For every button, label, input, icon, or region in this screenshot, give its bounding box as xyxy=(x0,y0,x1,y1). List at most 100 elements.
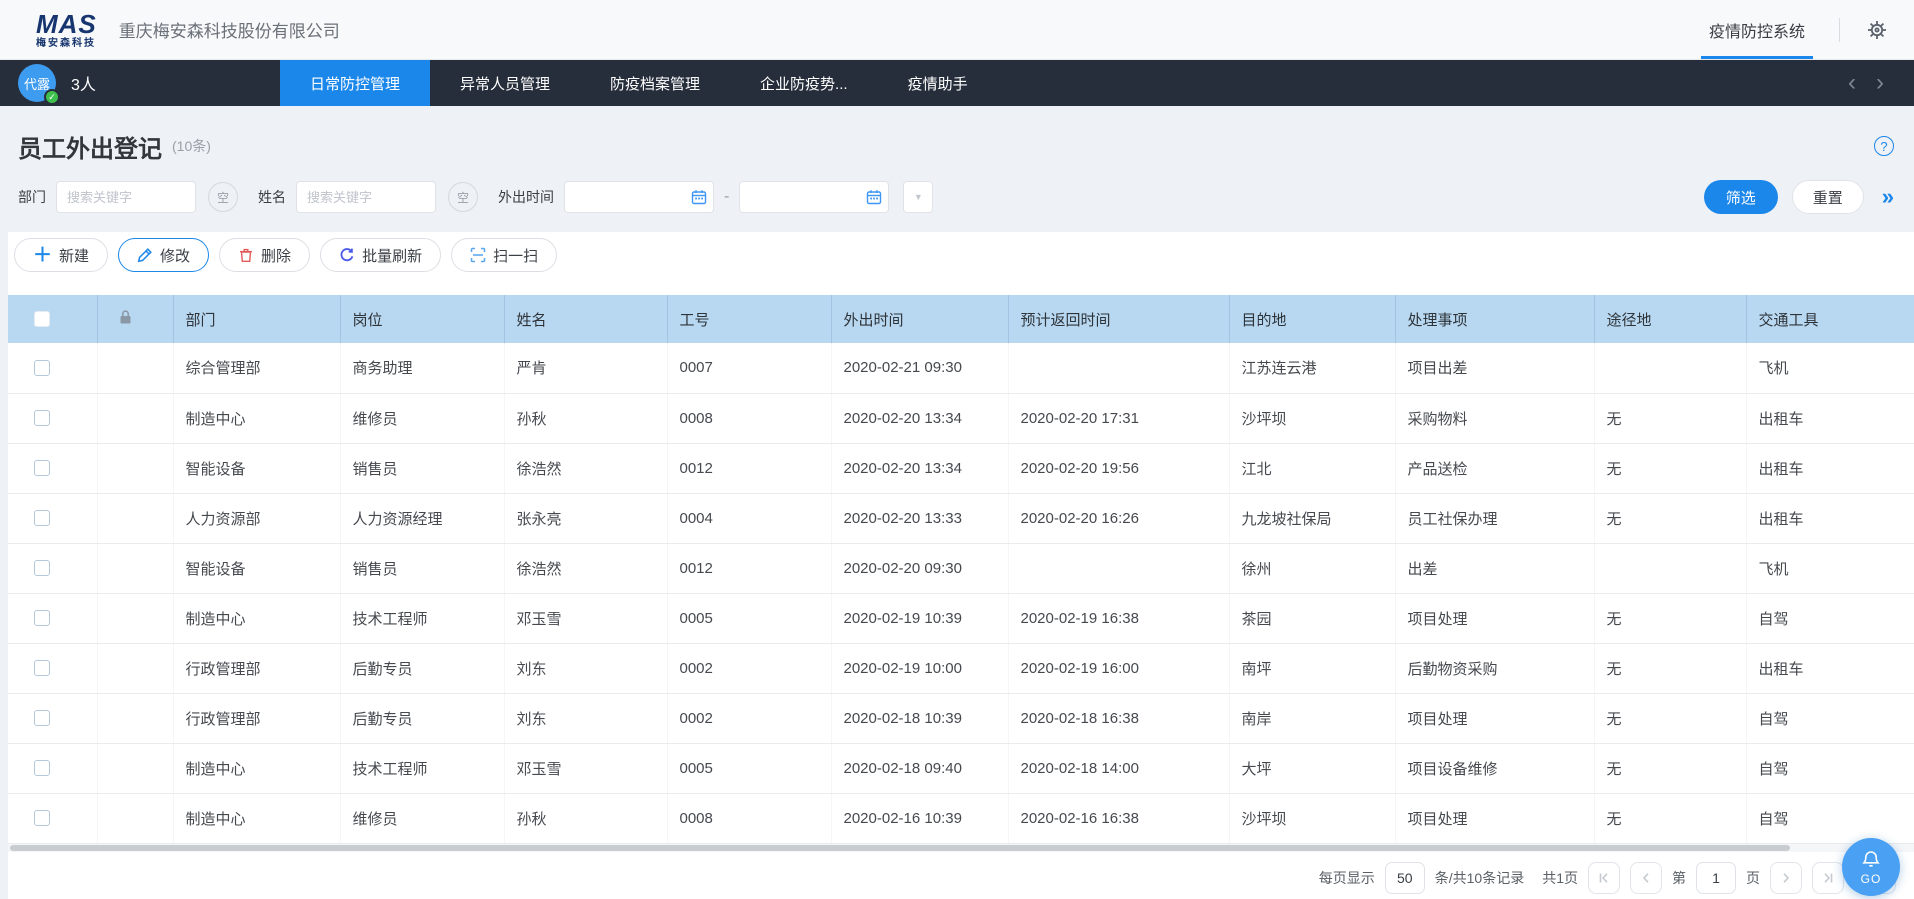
system-tab-label: 疫情防控系统 xyxy=(1709,18,1805,42)
row-checkbox[interactable] xyxy=(34,560,50,576)
help-icon[interactable]: ? xyxy=(1874,136,1894,156)
content-panel: ＋ 新建 修改 删除 xyxy=(8,232,1914,899)
table-row[interactable]: 智能设备销售员 徐浩然0012 2020-02-20 13:342020-02-… xyxy=(8,443,1914,493)
table-row[interactable]: 制造中心维修员 孙秋0008 2020-02-16 10:392020-02-1… xyxy=(8,793,1914,843)
user-count-label: 3人 xyxy=(71,71,96,95)
online-check-badge: ✓ xyxy=(44,89,60,105)
lock-icon xyxy=(118,309,133,325)
col-header-department[interactable]: 部门 xyxy=(173,295,340,343)
horizontal-scrollbar-thumb[interactable] xyxy=(10,845,1790,851)
time-to-input[interactable] xyxy=(739,181,889,213)
row-checkbox[interactable] xyxy=(34,610,50,626)
row-checkbox[interactable] xyxy=(34,710,50,726)
col-header-destination[interactable]: 目的地 xyxy=(1229,295,1395,343)
company-logo[interactable]: MAS 梅安森科技 xyxy=(36,11,97,49)
total-pages-label: 共1页 xyxy=(1542,868,1578,888)
table-row[interactable]: 制造中心技术工程师 邓玉雪0005 2020-02-19 10:392020-0… xyxy=(8,593,1914,643)
nav-tab-epidemic-assistant[interactable]: 疫情助手 xyxy=(878,60,998,106)
current-page-input[interactable] xyxy=(1696,862,1736,894)
table-row[interactable]: 行政管理部后勤专员 刘东0002 2020-02-19 10:002020-02… xyxy=(8,643,1914,693)
header-divider xyxy=(1839,18,1840,42)
outing-records-table: 部门 岗位 姓名 工号 外出时间 预计返回时间 目的地 处理事项 途径地 交通工… xyxy=(8,295,1914,844)
col-header-expected-return[interactable]: 预计返回时间 xyxy=(1008,295,1229,343)
company-name: 重庆梅安森科技股份有限公司 xyxy=(119,17,340,42)
notification-bell-float-button[interactable]: GO xyxy=(1842,838,1900,896)
batch-refresh-button[interactable]: 批量刷新 xyxy=(320,238,441,272)
trash-icon xyxy=(238,247,254,263)
logo-brand-text: MAS xyxy=(36,11,97,37)
nav-scroll-left-icon[interactable]: ‹ xyxy=(1848,71,1856,95)
table-toolbar: ＋ 新建 修改 删除 xyxy=(8,232,1914,272)
edit-button[interactable]: 修改 xyxy=(118,238,209,272)
dept-filter-input[interactable] xyxy=(56,181,196,213)
user-block: 代露 ✓ 3人 xyxy=(0,60,280,106)
row-checkbox[interactable] xyxy=(34,410,50,426)
select-all-checkbox[interactable] xyxy=(34,311,50,327)
chevron-down-icon: ▼ xyxy=(914,192,923,202)
record-count-badge: (10条) xyxy=(172,136,211,156)
table-header-row: 部门 岗位 姓名 工号 外出时间 预计返回时间 目的地 处理事项 途径地 交通工… xyxy=(8,295,1914,343)
expand-filters-icon[interactable]: » xyxy=(1882,186,1894,208)
filter-button[interactable]: 筛选 xyxy=(1704,180,1778,214)
row-checkbox[interactable] xyxy=(34,660,50,676)
first-page-button[interactable] xyxy=(1588,862,1620,894)
col-header-transport[interactable]: 交通工具 xyxy=(1746,295,1914,343)
filter-bar: 部门 空 姓名 空 外出时间 - xyxy=(18,180,1894,214)
time-from-input[interactable] xyxy=(564,181,714,213)
col-header-outing-time[interactable]: 外出时间 xyxy=(831,295,1008,343)
nav-scroll-right-icon[interactable]: › xyxy=(1876,71,1884,95)
float-go-label: GO xyxy=(1861,873,1882,885)
nav-tab-daily-control[interactable]: 日常防控管理 xyxy=(280,60,430,106)
row-checkbox[interactable] xyxy=(34,360,50,376)
page-suffix-label: 页 xyxy=(1746,868,1760,888)
refresh-icon xyxy=(339,247,355,263)
row-checkbox[interactable] xyxy=(34,510,50,526)
scan-button[interactable]: 扫一扫 xyxy=(451,238,557,272)
name-filter-input[interactable] xyxy=(296,181,436,213)
row-checkbox[interactable] xyxy=(34,460,50,476)
nav-tab-epidemic-archives[interactable]: 防疫档案管理 xyxy=(580,60,730,106)
lock-column-header xyxy=(97,295,173,343)
prev-page-button[interactable] xyxy=(1630,862,1662,894)
reset-button[interactable]: 重置 xyxy=(1792,180,1864,214)
date-range-dash: - xyxy=(724,188,729,206)
system-tab-epidemic-control[interactable]: 疫情防控系统 xyxy=(1701,0,1813,59)
dept-empty-button[interactable]: 空 xyxy=(208,182,238,212)
name-empty-button[interactable]: 空 xyxy=(448,182,478,212)
scan-icon xyxy=(470,247,486,263)
plus-icon: ＋ xyxy=(33,246,52,265)
table-row[interactable]: 综合管理部商务助理 严肯0007 2020-02-21 09:30 江苏连云港项… xyxy=(8,343,1914,393)
col-header-matter[interactable]: 处理事项 xyxy=(1395,295,1594,343)
page-size-input[interactable] xyxy=(1385,862,1425,894)
row-checkbox[interactable] xyxy=(34,760,50,776)
table-row[interactable]: 行政管理部后勤专员 刘东0002 2020-02-18 10:392020-02… xyxy=(8,693,1914,743)
delete-button[interactable]: 删除 xyxy=(219,238,310,272)
top-header-bar: MAS 梅安森科技 重庆梅安森科技股份有限公司 疫情防控系统 xyxy=(0,0,1914,60)
table-row[interactable]: 人力资源部人力资源经理 张永亮0004 2020-02-20 13:332020… xyxy=(8,493,1914,543)
main-navbar: 代露 ✓ 3人 日常防控管理 异常人员管理 防疫档案管理 企业防疫势... 疫情… xyxy=(0,60,1914,106)
nav-tab-enterprise-situation[interactable]: 企业防疫势... xyxy=(730,60,878,106)
nav-tab-abnormal-personnel[interactable]: 异常人员管理 xyxy=(430,60,580,106)
row-checkbox[interactable] xyxy=(34,810,50,826)
next-page-button[interactable] xyxy=(1770,862,1802,894)
user-avatar[interactable]: 代露 ✓ xyxy=(18,64,56,102)
horizontal-scrollbar xyxy=(8,844,1914,852)
col-header-employee-id[interactable]: 工号 xyxy=(667,295,831,343)
col-header-position[interactable]: 岗位 xyxy=(340,295,504,343)
col-header-name[interactable]: 姓名 xyxy=(504,295,667,343)
page-title: 员工外出登记 xyxy=(18,129,162,164)
table-row[interactable]: 制造中心技术工程师 邓玉雪0005 2020-02-18 09:402020-0… xyxy=(8,743,1914,793)
time-filter-label: 外出时间 xyxy=(498,187,554,207)
last-page-button[interactable] xyxy=(1812,862,1844,894)
table-row[interactable]: 智能设备销售员 徐浩然0012 2020-02-20 09:30 徐州出差 飞机 xyxy=(8,543,1914,593)
pencil-icon xyxy=(137,247,153,263)
settings-gear-icon[interactable] xyxy=(1866,19,1888,41)
page-head: 员工外出登记 (10条) ? 部门 空 姓名 空 外出时间 - xyxy=(0,106,1914,232)
col-header-route[interactable]: 途径地 xyxy=(1594,295,1746,343)
new-button[interactable]: ＋ 新建 xyxy=(14,238,108,272)
time-filter-dropdown-button[interactable]: ▼ xyxy=(903,181,933,213)
active-system-tab-underline xyxy=(1701,56,1813,59)
table-row[interactable]: 制造中心维修员 孙秋0008 2020-02-20 13:342020-02-2… xyxy=(8,393,1914,443)
bell-icon xyxy=(1860,849,1882,871)
logo-sub-text: 梅安森科技 xyxy=(36,39,97,49)
